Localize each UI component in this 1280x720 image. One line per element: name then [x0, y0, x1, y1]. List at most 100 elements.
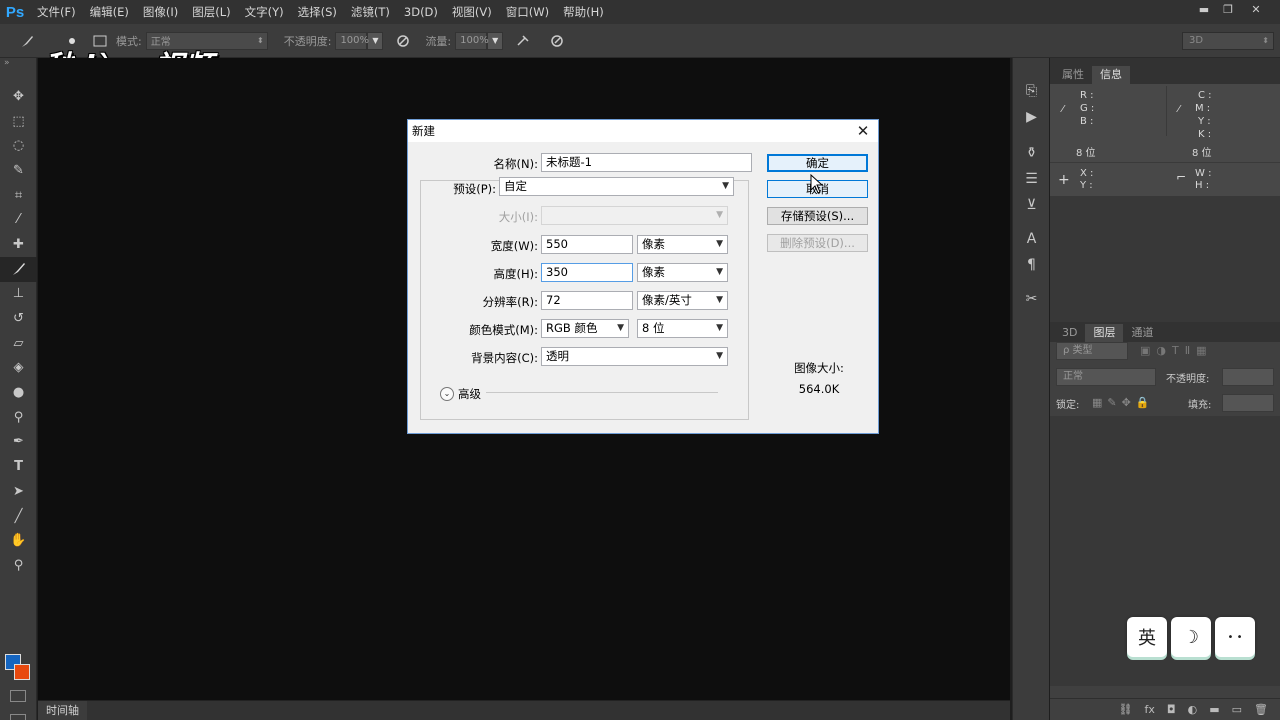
moon-icon[interactable]: ☽: [1171, 617, 1211, 657]
width-field[interactable]: 550: [541, 235, 633, 254]
width-unit-value: 像素: [642, 237, 665, 251]
path-select-tool-icon[interactable]: ➤: [0, 479, 37, 504]
expand-advanced-icon[interactable]: ⌄: [440, 387, 454, 401]
close-icon[interactable]: ✕: [854, 120, 872, 142]
layer-filter-icons[interactable]: ▣◑TⅡ▦: [1140, 344, 1213, 357]
menu-help[interactable]: 帮助(H): [556, 0, 611, 24]
adjustments-icon[interactable]: ☰: [1013, 166, 1050, 192]
pressure-size-icon[interactable]: [547, 31, 567, 51]
move-tool-icon[interactable]: ✥: [0, 84, 37, 109]
bit-depth-select[interactable]: 8 位 ▼: [637, 319, 728, 338]
paint-bucket-tool-icon[interactable]: ◈: [0, 356, 37, 381]
resolution-field[interactable]: 72: [541, 291, 633, 310]
tab-layers[interactable]: 图层: [1085, 324, 1124, 342]
mask-icon[interactable]: ◘: [1167, 703, 1176, 716]
trash-icon[interactable]: 🗑: [1254, 703, 1268, 716]
resolution-unit-select[interactable]: 像素/英寸 ▼: [637, 291, 728, 310]
tab-3d[interactable]: 3D: [1054, 324, 1085, 342]
menu-edit[interactable]: 编辑(E): [83, 0, 136, 24]
chevron-down-icon: ⬍: [1262, 36, 1269, 45]
history-brush-tool-icon[interactable]: ↺: [0, 306, 37, 331]
screen-mode-icon[interactable]: [10, 714, 26, 720]
close-window-icon[interactable]: ✕: [1244, 0, 1268, 18]
airbrush-icon[interactable]: [513, 31, 533, 51]
brush-tool-icon[interactable]: [0, 256, 37, 282]
dodge-tool-icon[interactable]: ⚲: [0, 405, 37, 430]
color-mode-select[interactable]: RGB 颜色 ▼: [541, 319, 629, 338]
clone-stamp-tool-icon[interactable]: ⊥: [0, 282, 37, 307]
minimize-icon[interactable]: ▬: [1192, 0, 1216, 18]
layer-opacity-input[interactable]: [1222, 368, 1274, 386]
healing-brush-tool-icon[interactable]: ✚: [0, 232, 37, 257]
preset-select[interactable]: 自定 ▼: [499, 177, 734, 196]
background-select[interactable]: 透明 ▼: [541, 347, 728, 366]
background-color-swatch[interactable]: [14, 664, 30, 680]
tab-channels[interactable]: 通道: [1123, 324, 1161, 342]
toolbar-collapse-icon[interactable]: »: [0, 58, 36, 84]
workspace-select[interactable]: 3D ⬍: [1182, 32, 1274, 50]
chevron-down-icon: ▼: [617, 323, 624, 333]
advanced-label[interactable]: 高级: [458, 386, 481, 402]
marquee-tool-icon[interactable]: ⬚: [0, 109, 37, 134]
layer-filter-select[interactable]: ρ 类型: [1056, 342, 1128, 360]
link-icon[interactable]: ⛓: [1119, 703, 1133, 716]
pen-tool-icon[interactable]: ✒: [0, 430, 37, 455]
group-icon[interactable]: ▬: [1209, 703, 1219, 716]
restore-icon[interactable]: ❐: [1216, 0, 1240, 18]
menu-image[interactable]: 图像(I): [136, 0, 185, 24]
lock-icons[interactable]: ▦✎✥🔒: [1092, 396, 1155, 409]
fx-icon[interactable]: fx: [1145, 703, 1155, 716]
flow-input[interactable]: 100%: [455, 31, 489, 50]
eraser-tool-icon[interactable]: ▱: [0, 331, 37, 356]
tab-info[interactable]: 信息: [1092, 66, 1130, 84]
menu-file[interactable]: 文件(F): [30, 0, 83, 24]
width-unit-select[interactable]: 像素 ▼: [637, 235, 728, 254]
lasso-tool-icon[interactable]: ◌: [0, 133, 37, 158]
opacity-input[interactable]: 100%: [335, 31, 369, 50]
quick-select-tool-icon[interactable]: ✎: [0, 158, 37, 183]
blur-tool-icon[interactable]: ●: [0, 380, 37, 405]
menu-window[interactable]: 窗口(W): [499, 0, 556, 24]
menu-type[interactable]: 文字(Y): [238, 0, 291, 24]
timeline-tab[interactable]: 时间轴: [38, 701, 87, 720]
eyedropper-tool-icon[interactable]: ⁄: [0, 207, 37, 232]
height-field[interactable]: 350: [541, 263, 633, 282]
fill-input[interactable]: [1222, 394, 1274, 412]
delete-preset-button: 删除预设(D)...: [767, 234, 868, 252]
ime-language-button[interactable]: 英: [1127, 617, 1167, 657]
menu-select[interactable]: 选择(S): [291, 0, 344, 24]
character-icon[interactable]: A: [1013, 226, 1050, 252]
tab-properties[interactable]: 属性: [1054, 66, 1092, 84]
flow-dropdown-icon[interactable]: ▼: [487, 31, 504, 50]
brush-panel-dock-icon[interactable]: ⚱: [1013, 140, 1050, 166]
zoom-tool-icon[interactable]: ⚲: [0, 553, 37, 578]
menu-view[interactable]: 视图(V): [445, 0, 499, 24]
line-tool-icon[interactable]: ╱: [0, 504, 37, 529]
menu-layer[interactable]: 图层(L): [185, 0, 237, 24]
new-layer-icon[interactable]: ▭: [1232, 703, 1242, 716]
history-icon[interactable]: ⎘: [1013, 78, 1050, 104]
type-tool-icon[interactable]: T: [0, 454, 37, 479]
pressure-opacity-icon[interactable]: [393, 31, 413, 51]
chevron-down-icon: ⬍: [257, 36, 264, 45]
quick-mask-icon[interactable]: [10, 690, 26, 702]
blend-mode-select[interactable]: 正常: [1056, 368, 1156, 386]
punctuation-icon[interactable]: • •: [1215, 617, 1255, 657]
adjustment-icon[interactable]: ◐: [1188, 703, 1198, 716]
menu-3d[interactable]: 3D(D): [397, 0, 445, 24]
ok-button[interactable]: 确定: [767, 154, 868, 172]
brush-preset-icon[interactable]: [18, 31, 38, 51]
menu-filter[interactable]: 滤镜(T): [344, 0, 397, 24]
save-preset-button[interactable]: 存储预设(S)...: [767, 207, 868, 225]
hand-tool-icon[interactable]: ✋: [0, 528, 37, 553]
clone-source-icon[interactable]: ⊻: [1013, 192, 1050, 218]
opacity-dropdown-icon[interactable]: ▼: [367, 31, 384, 50]
actions-play-icon[interactable]: ▶: [1013, 104, 1050, 130]
tools-presets-icon[interactable]: ✂: [1013, 286, 1050, 312]
crop-tool-icon[interactable]: ⌗: [0, 183, 37, 208]
info-panel: ⁄ R : G : B : 8 位 ⁄ C : M : Y : K : 8 位 …: [1050, 84, 1280, 196]
name-field[interactable]: 未标题-1: [541, 153, 752, 172]
height-unit-select[interactable]: 像素 ▼: [637, 263, 728, 282]
resolution-label: 分辨率(R):: [482, 295, 538, 309]
paragraph-icon[interactable]: ¶: [1013, 252, 1050, 278]
